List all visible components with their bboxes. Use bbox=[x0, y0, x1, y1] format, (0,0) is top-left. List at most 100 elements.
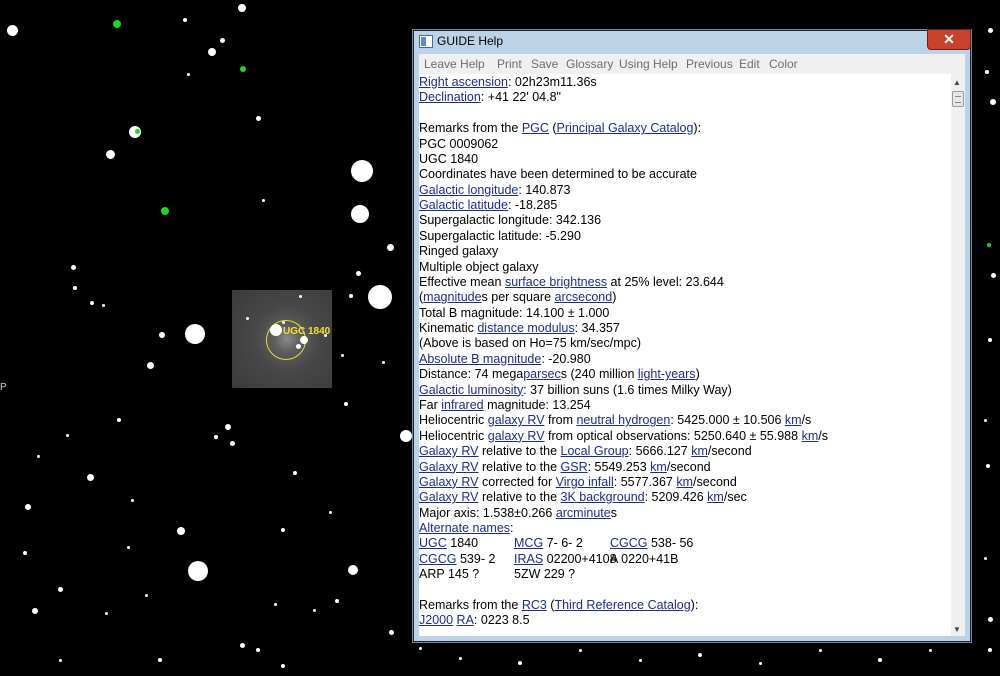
star bbox=[340, 353, 344, 357]
help-link[interactable]: galaxy RV bbox=[488, 413, 545, 427]
help-text: Heliocentric bbox=[419, 413, 488, 428]
help-link[interactable]: Local Group bbox=[561, 444, 629, 458]
help-text: corrected for bbox=[478, 474, 556, 489]
menu-item-save[interactable]: Save bbox=[531, 57, 558, 71]
help-link[interactable]: km bbox=[802, 429, 819, 443]
help-text: relative to the bbox=[478, 444, 561, 459]
star bbox=[349, 294, 353, 298]
menu-item-color[interactable]: Color bbox=[769, 57, 798, 71]
help-link[interactable]: parsec bbox=[523, 367, 561, 381]
help-link[interactable]: Third Reference Catalog bbox=[554, 598, 690, 612]
help-link[interactable]: arcminute bbox=[556, 506, 611, 520]
help-link[interactable]: Virgo infall bbox=[556, 475, 614, 489]
help-text: ): bbox=[693, 121, 702, 136]
help-text: : 140.873 bbox=[518, 182, 571, 197]
scroll-up-icon[interactable]: ▲ bbox=[953, 78, 961, 87]
help-link[interactable]: km bbox=[676, 475, 693, 489]
help-link[interactable]: IRAS bbox=[514, 552, 543, 566]
help-link[interactable]: Galaxy RV bbox=[419, 460, 479, 474]
help-link[interactable]: magnitude bbox=[423, 290, 481, 304]
star bbox=[351, 205, 369, 223]
help-link[interactable]: arcsecond bbox=[555, 290, 613, 304]
menu-item-glossary[interactable]: Glossary bbox=[566, 57, 613, 71]
help-link[interactable]: GSR bbox=[561, 460, 588, 474]
help-line: (Above is based on Ho=75 km/sec/mpc) bbox=[419, 336, 641, 351]
help-text: Far bbox=[419, 397, 442, 412]
help-link[interactable]: km bbox=[707, 490, 724, 504]
help-link[interactable]: J2000 bbox=[419, 613, 453, 627]
help-link[interactable]: RA bbox=[457, 613, 474, 627]
help-text: Multiple object galaxy bbox=[419, 259, 539, 274]
star bbox=[818, 648, 822, 652]
help-text: /s bbox=[818, 428, 828, 443]
help-link[interactable]: CGCG bbox=[419, 552, 457, 566]
help-text: magnitude: 13.254 bbox=[483, 397, 591, 412]
menu-item-print[interactable]: Print bbox=[497, 57, 522, 71]
title-bar[interactable]: GUIDE Help ✕ bbox=[413, 29, 971, 52]
help-link[interactable]: Declination bbox=[419, 90, 481, 104]
help-link[interactable]: Galactic latitude bbox=[419, 198, 508, 212]
star bbox=[73, 286, 77, 290]
star bbox=[130, 498, 134, 502]
help-line: Major axis: 1.538±0.266 arcminutes bbox=[419, 506, 617, 521]
help-link[interactable]: RC3 bbox=[522, 598, 547, 612]
star bbox=[208, 48, 216, 56]
help-link[interactable]: Galactic luminosity bbox=[419, 383, 523, 397]
star bbox=[159, 332, 165, 338]
help-text: UGC 1840 bbox=[419, 151, 479, 166]
help-text: 5ZW 229 ? bbox=[514, 567, 576, 582]
scroll-thumb[interactable] bbox=[952, 91, 964, 107]
help-link[interactable]: Galaxy RV bbox=[419, 490, 479, 504]
alternate-name: A 0220+41B bbox=[610, 552, 678, 567]
help-link[interactable]: distance modulus bbox=[477, 321, 574, 335]
help-line: Kinematic distance modulus: 34.357 bbox=[419, 321, 620, 336]
help-link[interactable]: PGC bbox=[522, 121, 549, 135]
help-link[interactable]: galaxy RV bbox=[488, 429, 545, 443]
close-button[interactable]: ✕ bbox=[927, 29, 971, 50]
help-line: Galaxy RV relative to the GSR: 5549.253 … bbox=[419, 460, 711, 475]
menu-item-previous[interactable]: Previous bbox=[686, 57, 733, 71]
help-link[interactable]: light-years bbox=[638, 367, 696, 381]
menu-item-leave-help[interactable]: Leave Help bbox=[424, 57, 485, 71]
help-link[interactable]: MCG bbox=[514, 536, 543, 550]
help-link[interactable]: Galaxy RV bbox=[419, 475, 479, 489]
help-link[interactable]: 3K background bbox=[561, 490, 645, 504]
help-link[interactable]: km bbox=[785, 413, 802, 427]
help-text: ( bbox=[548, 121, 557, 136]
scroll-down-icon[interactable]: ▼ bbox=[953, 625, 961, 634]
help-link[interactable]: Principal Galaxy Catalog bbox=[557, 121, 694, 135]
help-link[interactable]: infrared bbox=[441, 398, 483, 412]
help-link[interactable]: km bbox=[691, 444, 708, 458]
star bbox=[101, 303, 105, 307]
help-line: Distance: 74 megaparsecs (240 million li… bbox=[419, 367, 700, 382]
help-link[interactable]: Galaxy RV bbox=[419, 444, 479, 458]
help-link[interactable]: UGC bbox=[419, 536, 447, 550]
help-link[interactable]: Absolute B magnitude bbox=[419, 352, 541, 366]
help-line: J2000 RA: 0223 8.5 bbox=[419, 613, 530, 628]
menu-item-edit[interactable]: Edit bbox=[739, 57, 760, 71]
help-line: Galaxy RV relative to the Local Group: 5… bbox=[419, 444, 752, 459]
help-text: from bbox=[544, 413, 577, 428]
star bbox=[144, 593, 148, 597]
help-text: : 5549.253 bbox=[587, 459, 651, 474]
help-link[interactable]: CGCG bbox=[610, 536, 648, 550]
help-link[interactable]: Alternate names bbox=[419, 521, 510, 535]
help-text: Ringed galaxy bbox=[419, 244, 499, 259]
help-link[interactable]: Right ascension bbox=[419, 75, 508, 89]
star bbox=[344, 402, 348, 406]
star bbox=[104, 611, 108, 615]
help-link[interactable]: surface brightness bbox=[505, 275, 607, 289]
menu-item-using-help[interactable]: Using Help bbox=[619, 57, 678, 71]
help-link[interactable]: neutral hydrogen bbox=[576, 413, 670, 427]
star bbox=[388, 629, 394, 635]
help-text: ): bbox=[690, 597, 699, 612]
alternate-name: ARP 145 ? bbox=[419, 567, 479, 582]
star bbox=[348, 565, 358, 575]
star bbox=[25, 504, 31, 510]
star bbox=[281, 528, 285, 532]
vertical-scrollbar[interactable]: ▲ ▼ bbox=[951, 74, 965, 636]
star bbox=[983, 556, 987, 560]
help-link[interactable]: km bbox=[650, 460, 667, 474]
star bbox=[986, 464, 990, 468]
help-link[interactable]: Galactic longitude bbox=[419, 183, 518, 197]
